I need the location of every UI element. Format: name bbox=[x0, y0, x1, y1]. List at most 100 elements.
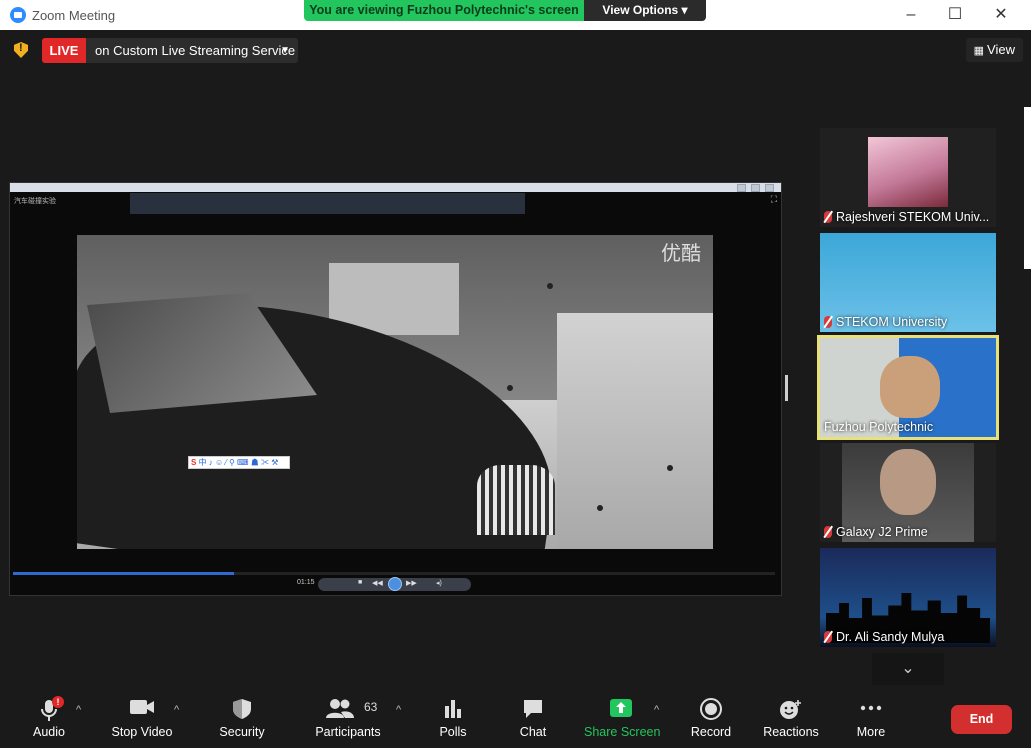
view-layout-button[interactable]: ▦ View bbox=[965, 38, 1023, 62]
reactions-button[interactable]: Reactions bbox=[762, 690, 820, 748]
sogou-ime-logo: S bbox=[191, 458, 197, 467]
participant-face bbox=[880, 449, 936, 515]
pause-button[interactable] bbox=[388, 577, 402, 591]
chat-bubble-icon bbox=[524, 700, 542, 718]
shared-screen[interactable]: 汽车碰撞实验 ⛶ 优酷 S 中 ♪ ☺ ⁄ ⚲ ⌨ ☗ ✂ ⚒ 01:15 ■ … bbox=[9, 182, 782, 596]
encryption-shield-icon[interactable] bbox=[14, 42, 28, 58]
audio-button[interactable]: ! Audio bbox=[24, 690, 74, 748]
viewing-banner: You are viewing Fuzhou Polytechnic's scr… bbox=[304, 0, 706, 21]
meeting-toolbar: ! Audio ^ Stop Video ^ Security 63 Parti… bbox=[0, 690, 1031, 748]
share-screen-icon bbox=[610, 699, 632, 717]
player-controls: 01:15 ■ ◀◀ ▶▶ ◂) bbox=[10, 577, 781, 593]
live-stream-dropdown[interactable]: on Custom Live Streaming Service ▼ bbox=[86, 38, 298, 63]
view-options-button[interactable]: View Options ▾ bbox=[584, 0, 706, 21]
maximize-button[interactable]: ☐ bbox=[944, 5, 966, 25]
participant-label: STEKOM University bbox=[824, 315, 947, 329]
playback-time: 01:15 bbox=[297, 579, 315, 586]
player-window-titlebar bbox=[10, 183, 781, 192]
participant-tile[interactable]: Dr. Ali Sandy Mulya bbox=[820, 548, 996, 647]
chat-button[interactable]: Chat bbox=[512, 690, 554, 748]
participant-name: Rajeshveri STEKOM Univ... bbox=[836, 210, 990, 224]
participants-button[interactable]: 63 Participants bbox=[314, 690, 382, 748]
audio-options-caret-icon[interactable]: ^ bbox=[76, 704, 81, 716]
debris bbox=[667, 465, 673, 471]
ime-toolbar-icons: 中 ♪ ☺ ⁄ ⚲ ⌨ ☗ ✂ ⚒ bbox=[198, 458, 279, 467]
participant-name: STEKOM University bbox=[836, 315, 948, 329]
video-frame: 优酷 bbox=[77, 235, 713, 549]
participant-tile-active-speaker[interactable]: Fuzhou Polytechnic bbox=[820, 338, 996, 437]
polls-icon bbox=[445, 700, 461, 718]
security-label: Security bbox=[219, 725, 265, 739]
participant-avatar bbox=[868, 137, 948, 207]
video-camera-icon bbox=[130, 700, 154, 714]
participant-label: Galaxy J2 Prime bbox=[824, 525, 928, 539]
chevron-down-icon: ▾ bbox=[681, 3, 688, 17]
zoom-logo-icon bbox=[10, 7, 26, 23]
participants-count: 63 bbox=[364, 700, 378, 714]
security-shield-icon bbox=[233, 699, 251, 719]
forward-icon[interactable]: ▶▶ bbox=[406, 579, 417, 587]
record-label: Record bbox=[690, 725, 732, 739]
debris bbox=[597, 505, 603, 511]
participants-options-caret-icon[interactable]: ^ bbox=[396, 704, 401, 716]
more-dots-icon bbox=[860, 705, 882, 711]
fullscreen-icon[interactable]: ⛶ bbox=[771, 194, 777, 205]
video-caption: 汽车碰撞实验 bbox=[14, 198, 56, 205]
view-options-label: View Options bbox=[602, 3, 679, 17]
grid-icon: ▦ bbox=[973, 45, 988, 57]
record-button[interactable]: Record bbox=[688, 690, 734, 748]
audio-warning-badge: ! bbox=[52, 696, 64, 708]
video-progress-bar[interactable] bbox=[13, 572, 775, 575]
participant-name: Galaxy J2 Prime bbox=[836, 525, 928, 539]
debris bbox=[547, 283, 553, 289]
security-button[interactable]: Security bbox=[212, 690, 272, 748]
rewind-icon[interactable]: ◀◀ bbox=[372, 579, 383, 587]
player-close-icon bbox=[765, 184, 774, 192]
debris bbox=[507, 385, 513, 391]
mic-muted-icon bbox=[824, 211, 832, 223]
gallery-scroll-down-button[interactable]: ⌄ bbox=[872, 653, 944, 685]
participants-label: Participants bbox=[315, 725, 381, 739]
chat-label: Chat bbox=[519, 725, 547, 739]
share-screen-button[interactable]: Share Screen bbox=[584, 690, 660, 748]
stop-icon[interactable]: ■ bbox=[358, 579, 362, 586]
polls-label: Polls bbox=[439, 725, 467, 739]
view-layout-label: View bbox=[987, 42, 1015, 57]
player-maximize-icon bbox=[751, 184, 760, 192]
reactions-smiley-icon bbox=[780, 700, 801, 719]
participant-label: Fuzhou Polytechnic bbox=[824, 420, 933, 434]
reactions-label: Reactions bbox=[763, 725, 819, 739]
record-icon bbox=[700, 698, 722, 720]
participant-tile[interactable]: Galaxy J2 Prime bbox=[820, 443, 996, 542]
split-divider-handle[interactable] bbox=[785, 375, 788, 401]
more-label: More bbox=[856, 725, 886, 739]
close-button[interactable]: ✕ bbox=[990, 5, 1012, 25]
mic-muted-icon bbox=[824, 631, 832, 643]
player-top-panel bbox=[130, 193, 525, 214]
polls-button[interactable]: Polls bbox=[430, 690, 476, 748]
video-progress-fill bbox=[13, 572, 234, 575]
participant-tile[interactable]: Rajeshveri STEKOM Univ... bbox=[820, 128, 996, 227]
end-meeting-button[interactable]: End bbox=[951, 705, 1012, 734]
stop-video-label: Stop Video bbox=[111, 725, 173, 739]
participant-tile[interactable]: STEKOM University bbox=[820, 233, 996, 332]
youku-watermark: 优酷 bbox=[661, 241, 701, 265]
minimize-button[interactable]: – bbox=[900, 5, 922, 25]
volume-icon[interactable]: ◂) bbox=[436, 579, 442, 587]
player-minimize-icon bbox=[737, 184, 746, 192]
audio-label: Audio bbox=[33, 725, 65, 739]
live-badge: LIVE bbox=[42, 38, 86, 63]
participant-face bbox=[880, 356, 940, 418]
viewing-banner-text: You are viewing Fuzhou Polytechnic's scr… bbox=[304, 0, 584, 21]
side-window-edge bbox=[1024, 107, 1031, 269]
live-stream-label: on Custom Live Streaming Service bbox=[95, 43, 296, 58]
video-options-caret-icon[interactable]: ^ bbox=[174, 704, 179, 716]
crash-barrier bbox=[557, 313, 713, 549]
participant-name: Dr. Ali Sandy Mulya bbox=[836, 630, 945, 644]
car-grille bbox=[477, 465, 555, 535]
share-options-caret-icon[interactable]: ^ bbox=[654, 704, 659, 716]
ime-toolbar[interactable]: S 中 ♪ ☺ ⁄ ⚲ ⌨ ☗ ✂ ⚒ bbox=[188, 456, 290, 469]
mic-muted-icon bbox=[824, 526, 832, 538]
more-button[interactable]: More bbox=[850, 690, 892, 748]
stop-video-button[interactable]: Stop Video bbox=[106, 690, 178, 748]
